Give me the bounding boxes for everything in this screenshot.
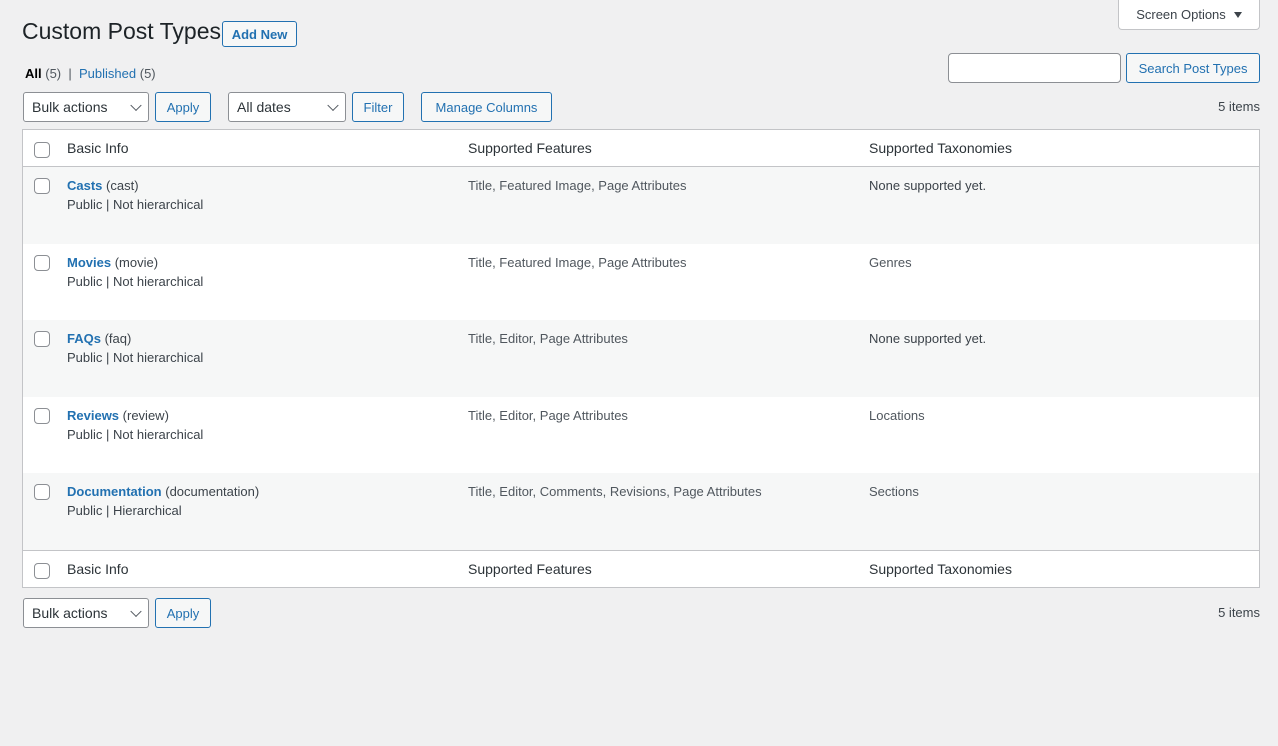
column-footer-supported-features: Supported Features xyxy=(468,560,592,577)
items-count-bottom: 5 items xyxy=(1218,605,1260,620)
search-post-types-button[interactable]: Search Post Types xyxy=(1126,53,1260,83)
taxonomy-link[interactable]: Genres xyxy=(869,253,912,272)
post-type-slug: (movie) xyxy=(114,254,159,270)
post-types-table: Basic Info Supported Features Supported … xyxy=(22,129,1260,588)
items-count-top: 5 items xyxy=(1218,99,1260,114)
manage-columns-button[interactable]: Manage Columns xyxy=(421,92,552,122)
bulk-actions-select-top[interactable]: Bulk actions xyxy=(23,92,149,122)
view-separator: | xyxy=(68,66,72,81)
column-header-basic-info: Basic Info xyxy=(67,140,129,156)
bulk-actions-select-bottom[interactable]: Bulk actions xyxy=(23,598,149,628)
row-checkbox[interactable] xyxy=(34,331,50,347)
select-all-checkbox[interactable] xyxy=(34,142,50,158)
date-filter-selected: All dates xyxy=(237,99,291,115)
supported-features-cell: Title, Editor, Comments, Revisions, Page… xyxy=(468,484,762,499)
apply-button-top[interactable]: Apply xyxy=(155,92,211,122)
apply-button-bottom[interactable]: Apply xyxy=(155,598,211,628)
table-row: Movies (movie) Public | Not hierarchical… xyxy=(23,244,1259,321)
status-views: All (5) | Published (5) xyxy=(25,66,156,81)
post-type-slug: (review) xyxy=(122,407,169,423)
column-footer-basic-info: Basic Info xyxy=(67,560,129,577)
chevron-down-icon xyxy=(327,99,339,112)
row-checkbox[interactable] xyxy=(34,178,50,194)
bulk-actions-selected: Bulk actions xyxy=(32,605,108,621)
basic-info-cell: Movies (movie) Public | Not hierarchical xyxy=(67,253,203,291)
view-all-count: (5) xyxy=(45,66,62,81)
post-type-name-link[interactable]: FAQs xyxy=(67,331,101,346)
post-type-meta: Public | Not hierarchical xyxy=(67,350,204,365)
taxonomy-link[interactable]: Sections xyxy=(869,482,919,501)
table-footer-row: Basic Info Supported Features Supported … xyxy=(23,549,1259,587)
table-row: Reviews (review) Public | Not hierarchic… xyxy=(23,397,1259,474)
post-type-meta: Public | Hierarchical xyxy=(67,503,182,518)
table-header-row: Basic Info Supported Features Supported … xyxy=(23,130,1259,167)
basic-info-cell: Reviews (review) Public | Not hierarchic… xyxy=(67,406,203,444)
basic-info-cell: FAQs (faq) Public | Not hierarchical xyxy=(67,329,203,367)
supported-taxonomies-cell: None supported yet. xyxy=(869,331,987,346)
search-input[interactable] xyxy=(948,53,1121,83)
add-new-button[interactable]: Add New xyxy=(222,21,297,47)
post-type-slug: (cast) xyxy=(106,178,139,193)
column-header-supported-features: Supported Features xyxy=(468,140,592,156)
table-row: Documentation (documentation) Public | H… xyxy=(23,473,1259,550)
filter-button[interactable]: Filter xyxy=(352,92,404,122)
row-checkbox[interactable] xyxy=(34,484,50,500)
column-footer-supported-taxonomies: Supported Taxonomies xyxy=(869,560,1012,577)
post-type-slug: (documentation) xyxy=(165,484,260,499)
table-row: Casts (cast) Public | Not hierarchical T… xyxy=(23,167,1259,244)
post-type-name-link[interactable]: Reviews xyxy=(67,408,119,423)
select-all-checkbox-footer[interactable] xyxy=(34,562,50,579)
supported-features-cell: Title, Editor, Page Attributes xyxy=(468,407,628,423)
supported-features-cell: Title, Featured Image, Page Attributes xyxy=(468,254,687,270)
chevron-down-icon xyxy=(130,605,142,618)
column-header-supported-taxonomies: Supported Taxonomies xyxy=(869,140,1012,156)
row-checkbox[interactable] xyxy=(34,254,50,271)
post-type-slug: (faq) xyxy=(104,331,132,346)
supported-taxonomies-cell: None supported yet. xyxy=(869,178,987,193)
screen-options-button[interactable]: Screen Options xyxy=(1118,0,1260,30)
post-type-meta: Public | Not hierarchical xyxy=(67,197,204,212)
post-type-meta: Public | Not hierarchical xyxy=(67,273,204,289)
post-type-name-link[interactable]: Documentation xyxy=(67,484,162,499)
row-checkbox[interactable] xyxy=(34,407,50,424)
chevron-down-icon xyxy=(130,99,142,112)
taxonomy-link[interactable]: Locations xyxy=(869,406,925,425)
view-all-link[interactable]: All xyxy=(25,66,42,81)
post-type-name-link[interactable]: Casts xyxy=(67,178,102,193)
supported-features-cell: Title, Editor, Page Attributes xyxy=(468,331,628,346)
view-published-count: (5) xyxy=(139,66,156,81)
basic-info-cell: Casts (cast) Public | Not hierarchical xyxy=(67,176,203,214)
post-type-name-link[interactable]: Movies xyxy=(67,255,111,270)
caret-down-icon xyxy=(1233,11,1242,18)
view-published-link[interactable]: Published xyxy=(79,66,136,81)
bulk-actions-selected: Bulk actions xyxy=(32,99,108,115)
supported-features-cell: Title, Featured Image, Page Attributes xyxy=(468,178,687,193)
post-type-meta: Public | Not hierarchical xyxy=(67,426,204,442)
date-filter-select[interactable]: All dates xyxy=(228,92,346,122)
basic-info-cell: Documentation (documentation) Public | H… xyxy=(67,482,259,520)
screen-options-label: Screen Options xyxy=(1136,7,1226,22)
table-row: FAQs (faq) Public | Not hierarchical Tit… xyxy=(23,320,1259,397)
page-title: Custom Post Types xyxy=(22,18,221,44)
